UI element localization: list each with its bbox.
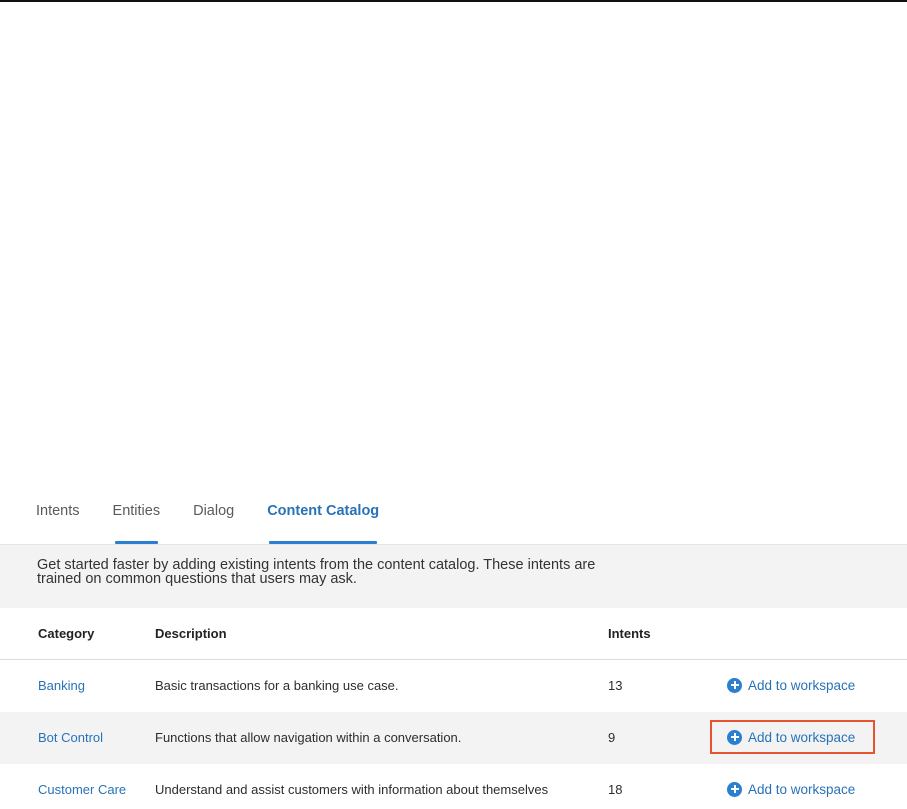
plus-circle-icon [727,729,742,745]
catalog-intro: Get started faster by adding existing in… [0,545,907,608]
add-to-workspace-button[interactable]: Add to workspace [710,668,875,702]
add-to-workspace-label: Add to workspace [748,729,856,745]
add-to-workspace-label: Add to workspace [748,677,856,693]
row-intent-count: 13 [608,678,623,693]
row-intent-count: 18 [608,782,623,797]
plus-circle-icon [727,781,742,797]
table-row: Bot Control Functions that allow navigat… [0,712,907,764]
header-intents: Intents [608,626,651,641]
row-description: Basic transactions for a banking use cas… [155,678,399,693]
category-link-bot-control[interactable]: Bot Control [38,730,103,745]
top-divider [0,0,907,2]
add-to-workspace-button[interactable]: Add to workspace [710,772,875,806]
row-description: Understand and assist customers with inf… [155,782,549,797]
tab-bar: Intents Entities Dialog Content Catalog [36,496,412,544]
row-description: Functions that allow navigation within a… [155,730,462,745]
catalog-intro-text: Get started faster by adding existing in… [37,557,697,587]
intro-line-2: trained on common questions that users m… [37,571,357,587]
category-link-banking[interactable]: Banking [38,678,85,693]
header-description: Description [155,626,227,641]
add-to-workspace-label: Add to workspace [748,781,856,797]
tab-intents[interactable]: Intents [36,496,80,544]
table-header: Category Description Intents [0,608,907,660]
category-link-customer-care[interactable]: Customer Care [38,782,126,797]
intro-line-1: Get started faster by adding existing in… [37,557,596,573]
plus-circle-icon [727,677,742,693]
table-row: Banking Basic transactions for a banking… [0,660,907,712]
row-intent-count: 9 [608,730,616,745]
content-catalog-panel: Get started faster by adding existing in… [0,544,907,809]
table-row: Customer Care Understand and assist cust… [0,764,907,809]
tab-dialog[interactable]: Dialog [193,496,234,544]
header-category: Category [38,626,95,641]
tab-content-catalog[interactable]: Content Catalog [267,496,379,544]
add-to-workspace-button[interactable]: Add to workspace [710,720,875,754]
tab-entities[interactable]: Entities [113,496,160,544]
